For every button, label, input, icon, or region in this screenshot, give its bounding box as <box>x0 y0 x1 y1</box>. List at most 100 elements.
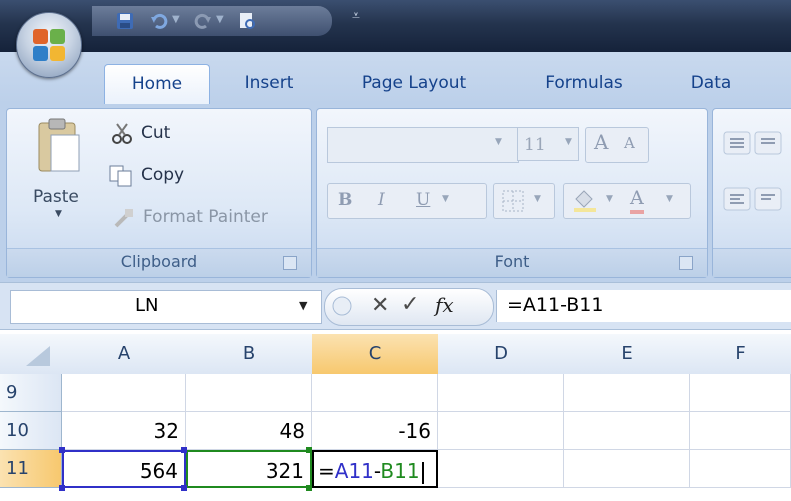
cell-c9[interactable] <box>312 374 438 412</box>
cell-c10[interactable]: -16 <box>312 412 438 450</box>
column-header-a[interactable]: A <box>62 334 187 375</box>
cell-e11[interactable] <box>564 450 690 488</box>
font-launcher-icon[interactable] <box>679 256 693 270</box>
cell-d9[interactable] <box>438 374 564 412</box>
column-header-e[interactable]: E <box>564 334 691 375</box>
paste-button[interactable]: Paste <box>33 187 79 207</box>
edit-ref-b11: B11 <box>380 459 420 483</box>
enter-edit-button[interactable]: ✓ <box>401 292 419 317</box>
tab-data[interactable]: Data <box>676 64 746 104</box>
row-header-9[interactable]: 9 <box>0 374 62 412</box>
text-cursor <box>421 461 424 484</box>
cell-d10[interactable] <box>438 412 564 450</box>
font-size-buttons: A A <box>585 127 649 163</box>
cell-b9[interactable] <box>186 374 312 412</box>
clipboard-group-label: Clipboard <box>7 248 311 277</box>
formula-input[interactable]: =A11-B11 <box>496 290 791 322</box>
range-handle-a11-tr[interactable] <box>181 447 187 453</box>
range-handle-b11-tr[interactable] <box>306 447 312 453</box>
format-painter-icon <box>114 209 133 228</box>
paste-icon <box>38 118 80 172</box>
copy-button[interactable]: Copy <box>141 165 184 185</box>
range-handle-a11-bl[interactable] <box>59 485 65 491</box>
copy-icon <box>109 165 132 187</box>
undo-dropdown-icon[interactable]: ▼ <box>172 14 180 25</box>
name-box-dropdown-icon[interactable]: ▼ <box>299 299 307 312</box>
cut-button[interactable]: Cut <box>141 123 170 143</box>
office-button[interactable] <box>16 12 82 78</box>
font-style-buttons: B I U ▼ <box>327 183 487 219</box>
insert-function-button[interactable]: fx <box>435 293 454 317</box>
fill-color-icon[interactable] <box>572 189 598 213</box>
quick-access-toolbar: ▼ ▼ <box>92 6 332 36</box>
font-label: Font <box>494 252 530 271</box>
font-color-dropdown-icon[interactable]: ▼ <box>666 194 673 204</box>
tab-page-layout[interactable]: Page Layout <box>344 64 484 104</box>
edit-eq: = <box>318 459 335 483</box>
grow-font-button[interactable]: A <box>594 130 608 154</box>
print-preview-icon[interactable] <box>238 12 256 30</box>
select-all-icon <box>26 346 50 366</box>
cell-a10[interactable]: 32 <box>62 412 186 450</box>
formula-text: =A11-B11 <box>507 294 604 316</box>
name-box-value: LN <box>135 295 159 316</box>
format-painter-button[interactable]: Format Painter <box>143 207 268 227</box>
bold-button[interactable]: B <box>338 190 352 210</box>
redo-icon[interactable] <box>194 12 212 30</box>
range-handle-b11-br[interactable] <box>306 485 312 491</box>
customize-quick-access-icon[interactable]: ⩡ <box>352 8 360 24</box>
borders-icon <box>502 190 524 212</box>
cell-f10[interactable] <box>690 412 791 450</box>
undo-icon[interactable] <box>150 12 168 30</box>
range-handle-a11-tl[interactable] <box>59 447 65 453</box>
shrink-font-button[interactable]: A <box>624 134 635 152</box>
align-top-icon[interactable] <box>723 131 783 155</box>
cell-c11-editing[interactable]: =A11-B11 <box>312 450 438 488</box>
clipboard-launcher-icon[interactable] <box>283 256 297 270</box>
cell-f9[interactable] <box>690 374 791 412</box>
font-group: ▼ 11 ▼ A A B I U ▼ ▼ ▼ A ▼ Font <box>316 108 708 278</box>
cell-b10[interactable]: 48 <box>186 412 312 450</box>
cell-e9[interactable] <box>564 374 690 412</box>
column-header-c[interactable]: C <box>312 334 439 375</box>
tab-formulas[interactable]: Formulas <box>524 64 644 104</box>
save-icon[interactable] <box>116 12 134 30</box>
align-left-icon[interactable] <box>723 187 783 211</box>
column-header-f[interactable]: F <box>690 334 791 375</box>
alignment-group <box>712 108 791 278</box>
formula-buttons: ✕ ✓ fx <box>324 288 494 326</box>
cell-d11[interactable] <box>438 450 564 488</box>
font-name-box[interactable] <box>327 127 519 163</box>
cell-e10[interactable] <box>564 412 690 450</box>
office-logo-icon <box>33 29 65 61</box>
edit-ref-a11: A11 <box>334 459 374 483</box>
font-color-button[interactable]: A <box>630 186 644 214</box>
font-name-dropdown-icon[interactable]: ▼ <box>495 137 502 147</box>
clipboard-label: Clipboard <box>120 252 198 271</box>
cut-icon <box>112 123 132 144</box>
row-header-10[interactable]: 10 <box>0 412 62 450</box>
redo-dropdown-icon[interactable]: ▼ <box>216 14 224 25</box>
borders-button[interactable]: ▼ <box>493 183 555 219</box>
cell-b11[interactable]: 321 <box>186 450 312 488</box>
cancel-edit-button[interactable]: ✕ <box>371 293 389 318</box>
tab-home[interactable]: Home <box>104 64 210 105</box>
row-header-11[interactable]: 11 <box>0 450 62 488</box>
select-all-corner[interactable] <box>0 334 63 375</box>
name-box[interactable]: LN ▼ <box>10 290 322 324</box>
tab-insert[interactable]: Insert <box>224 64 314 104</box>
paste-dropdown-icon[interactable]: ▼ <box>55 209 62 219</box>
column-header-b[interactable]: B <box>186 334 313 375</box>
underline-dropdown-icon[interactable]: ▼ <box>442 194 449 204</box>
cell-a11[interactable]: 564 <box>62 450 186 488</box>
clipboard-group: Paste ▼ Cut Copy Format Painter Clipboar… <box>6 108 312 278</box>
fill-color-dropdown-icon[interactable]: ▼ <box>606 194 613 204</box>
borders-dropdown-icon[interactable]: ▼ <box>534 194 541 204</box>
underline-button[interactable]: U <box>416 190 430 210</box>
column-header-d[interactable]: D <box>438 334 565 375</box>
cell-f11[interactable] <box>690 450 791 488</box>
italic-button[interactable]: I <box>378 190 385 210</box>
font-size-dropdown-icon[interactable]: ▼ <box>565 137 572 147</box>
range-handle-a11-br[interactable] <box>181 485 187 491</box>
cell-a9[interactable] <box>62 374 186 412</box>
